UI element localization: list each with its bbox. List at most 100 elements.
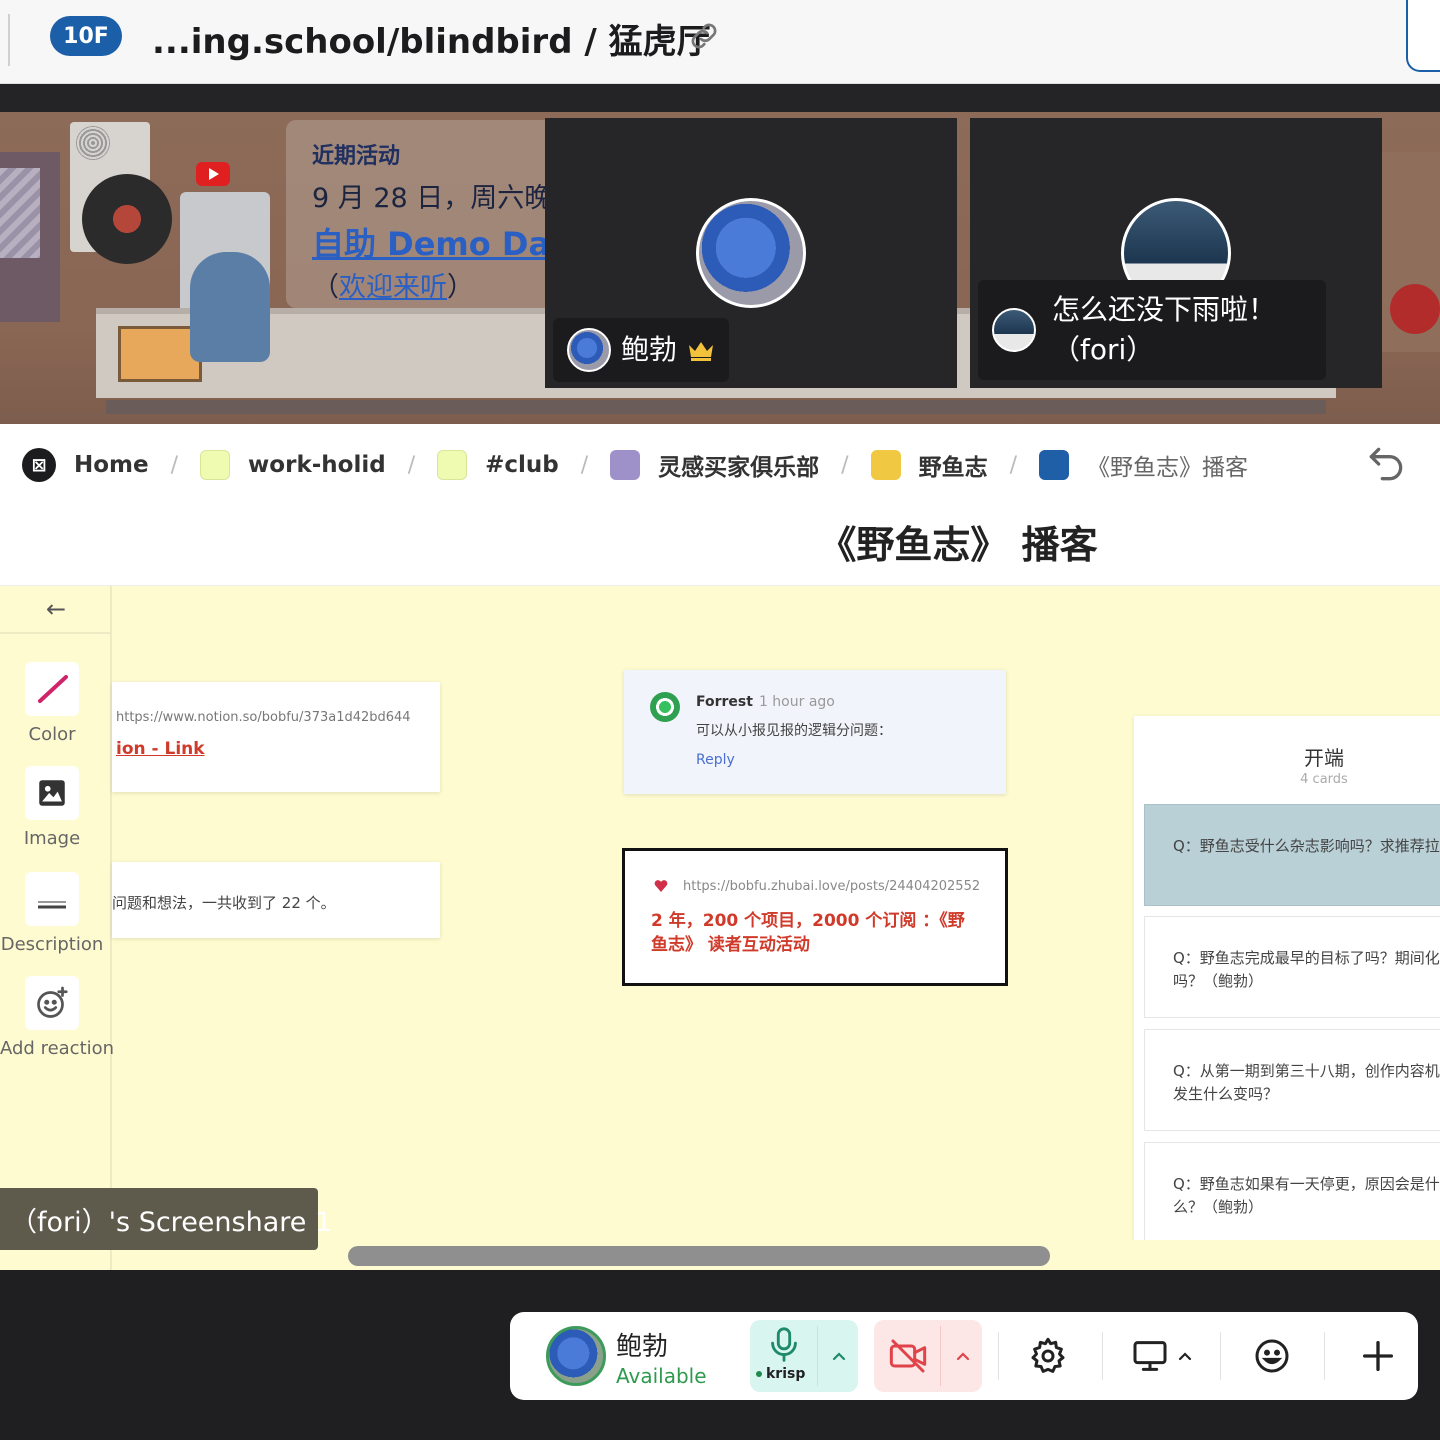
card-link[interactable]: ion - Link — [116, 739, 440, 759]
microphone-icon — [771, 1327, 797, 1362]
undo-icon[interactable] — [1364, 442, 1408, 486]
vinyl-record-icon[interactable] — [82, 174, 172, 264]
breadcrumb-item-buyers-club[interactable]: 灵感买家俱乐部 — [610, 448, 819, 482]
summary-card[interactable]: 问题和想法，一共收到了 22 个。 — [112, 862, 440, 938]
toolbar-color[interactable]: Color — [0, 662, 104, 745]
avatar — [567, 328, 611, 372]
horizontal-scrollbar[interactable] — [348, 1246, 1050, 1266]
screenshare-label: （fori）'s Screenshare 1 — [0, 1188, 332, 1250]
breadcrumb-separator: / — [580, 452, 589, 478]
card-title[interactable]: 2 年，200 个项目，2000 个订阅 ：《野鱼志》 读者互动活动 — [651, 909, 981, 957]
crown-icon — [689, 342, 714, 361]
toolbar-label: Add reaction — [0, 1038, 115, 1059]
chevron-up-icon[interactable] — [1174, 1348, 1196, 1364]
toolbar-add-reaction[interactable]: Add reaction — [0, 976, 115, 1059]
list-item[interactable]: Q：野鱼志完成最早的目标了吗？期间化了吗？（鲍勃） — [1144, 916, 1440, 1018]
chevron-up-icon[interactable] — [952, 1348, 974, 1364]
dock-divider — [1220, 1332, 1221, 1380]
video-tile-bobo[interactable]: 鲍勃 — [545, 118, 957, 388]
column-card-count: 4 cards — [1300, 772, 1348, 787]
link-icon[interactable] — [686, 18, 722, 54]
breadcrumb-item-podcast[interactable]: 《野鱼志》播客 — [1039, 448, 1248, 482]
header-divider — [8, 14, 10, 66]
chevron-up-icon[interactable] — [828, 1348, 850, 1364]
card-url: https://www.notion.so/bobfu/373a1d42bd64… — [116, 710, 411, 725]
toolbar-label: Color — [28, 724, 76, 745]
participant-status: 怎么还没下雨啦！ （fori） — [1052, 290, 1276, 370]
comment-text: 可以从小报见报的逻辑分问题： — [696, 723, 892, 739]
notice-sub: （欢迎来听） — [312, 265, 556, 304]
gear-icon[interactable] — [1028, 1336, 1068, 1376]
video-tile-fori[interactable]: 怎么还没下雨啦！ （fori） — [970, 118, 1382, 388]
toolbar-image[interactable]: Image — [0, 766, 104, 849]
floor-badge[interactable]: 10F — [50, 16, 122, 56]
screen-share-icon[interactable] — [1130, 1336, 1170, 1376]
app-window: 10F ...ing.school/blindbird / 猛虎厅 近期活动 9… — [0, 0, 1440, 1440]
avatar — [650, 692, 680, 722]
board-color-icon — [1039, 450, 1070, 480]
list-item[interactable]: Q：从第一期到第三十八期，创作内容机有发生什么变吗？ — [1144, 1029, 1440, 1131]
breadcrumb-label: #club — [485, 452, 559, 478]
list-item[interactable]: Q：野鱼志受什么杂志影响吗？求推荐拉） — [1144, 804, 1440, 906]
participant-status-tag: 怎么还没下雨啦！ （fori） — [978, 280, 1326, 380]
breadcrumb-separator: / — [1009, 452, 1018, 478]
board-color-icon — [610, 450, 641, 480]
breadcrumb-label: work-holid — [248, 452, 386, 478]
board-color-icon — [870, 450, 901, 480]
notice-date: 9 月 28 日，周六晚 — [312, 183, 552, 214]
krisp-indicator: krisp — [756, 1366, 805, 1382]
back-arrow-icon[interactable]: ← — [0, 586, 112, 634]
call-controls-dock: 鲍勃 Available krisp — [510, 1312, 1418, 1400]
dock-divider — [998, 1332, 999, 1380]
scene-desk-base — [106, 400, 1326, 414]
breadcrumb-item-yeyuzhi[interactable]: 野鱼志 — [870, 448, 988, 482]
plus-icon[interactable] — [1358, 1336, 1398, 1376]
list-column: 开端 4 cards Q：野鱼志受什么杂志影响吗？求推荐拉） Q：野鱼志完成最早… — [1134, 716, 1440, 1270]
screenshare-view[interactable]: ⊠ Home / work-holid / #club / 灵感买家俱乐部 / … — [0, 424, 1440, 1270]
board-title: 《野鱼志》 播客 — [818, 522, 1098, 567]
notion-link-card[interactable]: https://www.notion.so/bobfu/373a1d42bd64… — [112, 682, 440, 792]
board-color-icon — [200, 450, 231, 480]
speaker-grille — [76, 126, 110, 160]
dock-divider — [1102, 1332, 1103, 1380]
self-name: 鲍勃 — [616, 1332, 669, 1362]
krisp-dot-icon — [756, 1371, 762, 1377]
notice-sub-link[interactable]: 欢迎来听 — [339, 272, 447, 303]
pen-icon — [25, 662, 79, 716]
participant-name-tag: 鲍勃 — [553, 318, 730, 382]
notice-sub-open: （ — [312, 272, 339, 303]
list-item[interactable]: Q：野鱼志如果有一天停更，原因会是什么？（鲍勃） — [1144, 1142, 1440, 1244]
button-split — [817, 1326, 818, 1386]
comment-card[interactable]: Forrest 1 hour ago 可以从小报见报的逻辑分问题： Reply — [624, 670, 1006, 794]
comment-author: Forrest — [696, 694, 753, 710]
avatar[interactable] — [546, 1326, 606, 1386]
zhubai-link-card[interactable]: https://bobfu.zhubai.love/posts/24404202… — [622, 848, 1008, 986]
scene-ball — [1390, 284, 1440, 334]
self-status[interactable]: Available — [616, 1364, 707, 1388]
notice-sub-close: ） — [447, 272, 474, 303]
home-icon: ⊠ — [22, 448, 56, 482]
card-url: https://bobfu.zhubai.love/posts/24404202… — [683, 879, 981, 894]
toolbar-label: Description — [0, 934, 104, 955]
header-side-panel[interactable] — [1406, 0, 1440, 72]
favicon-icon — [654, 880, 668, 892]
board-header: ⊠ Home / work-holid / #club / 灵感买家俱乐部 / … — [0, 424, 1440, 586]
breadcrumb-item-club[interactable]: #club — [437, 450, 559, 480]
description-icon — [25, 872, 79, 926]
room-header: 10F ...ing.school/blindbird / 猛虎厅 — [0, 0, 1440, 84]
scene-window — [0, 168, 40, 258]
breadcrumb-home[interactable]: ⊠ Home — [22, 448, 149, 482]
breadcrumb-label: 灵感买家俱乐部 — [658, 455, 820, 481]
emoji-add-icon — [25, 976, 79, 1030]
event-notice-board[interactable]: 近期活动 9 月 28 日，周六晚 自助 Demo Day （欢迎来听） — [286, 120, 570, 308]
reply-button[interactable]: Reply — [696, 752, 735, 768]
notice-link[interactable]: 自助 Demo Day — [312, 219, 570, 265]
emoji-icon[interactable] — [1252, 1336, 1292, 1376]
column-title: 开端 — [1304, 746, 1344, 770]
top-band — [0, 84, 1440, 112]
breadcrumb-item-work-holid[interactable]: work-holid — [200, 450, 386, 480]
youtube-play-icon — [209, 168, 219, 180]
toolbar-label: Image — [23, 828, 81, 849]
board-color-icon — [437, 450, 468, 480]
toolbar-description[interactable]: Description — [0, 872, 104, 955]
